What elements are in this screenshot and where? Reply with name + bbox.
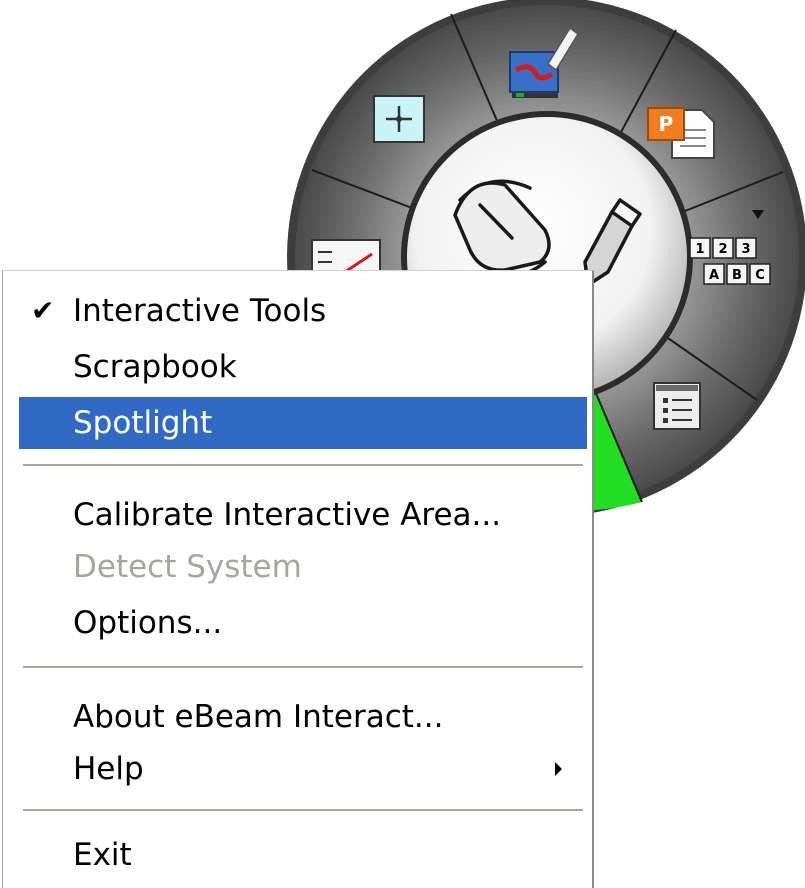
menu-item-label: Options... bbox=[73, 605, 223, 641]
menu-item-label: Interactive Tools bbox=[73, 293, 327, 329]
menu-item-label: Detect System bbox=[73, 549, 302, 585]
keypad-key-a: A bbox=[709, 268, 719, 283]
menu-item-label: Exit bbox=[73, 837, 132, 873]
menu-item-scrapbook[interactable]: Scrapbook bbox=[3, 341, 592, 393]
keypad-key-b: B bbox=[732, 268, 742, 283]
list-menu-icon[interactable] bbox=[653, 382, 701, 430]
menu-item-help[interactable]: Help bbox=[3, 743, 592, 795]
checkmark-icon: ✔ bbox=[31, 294, 55, 327]
menu-item-label: About eBeam Interact... bbox=[73, 699, 444, 735]
svg-text:P: P bbox=[659, 112, 674, 136]
keypad-key-2: 2 bbox=[718, 242, 727, 257]
menu-item-label: Help bbox=[73, 751, 144, 787]
menu-separator bbox=[23, 809, 583, 811]
menu-item-label: Calibrate Interactive Area... bbox=[73, 497, 502, 533]
menu-item-label: Spotlight bbox=[73, 405, 213, 441]
menu-item-spotlight[interactable]: Spotlight bbox=[19, 397, 587, 449]
move-icon[interactable] bbox=[373, 95, 425, 143]
context-menu: ✔ Interactive Tools Scrapbook Spotlight … bbox=[2, 270, 594, 888]
submenu-arrow-icon bbox=[555, 762, 562, 776]
menu-item-calibrate[interactable]: Calibrate Interactive Area... bbox=[3, 489, 592, 541]
menu-separator bbox=[23, 666, 583, 668]
keypad-key-c: C bbox=[755, 268, 765, 283]
menu-item-label: Scrapbook bbox=[73, 349, 237, 385]
menu-item-options[interactable]: Options... bbox=[3, 597, 592, 649]
menu-item-interactive-tools[interactable]: ✔ Interactive Tools bbox=[3, 285, 592, 337]
keypad-key-1: 1 bbox=[695, 242, 704, 257]
menu-item-exit[interactable]: Exit bbox=[3, 829, 592, 881]
menu-item-about[interactable]: About eBeam Interact... bbox=[3, 691, 592, 743]
menu-separator bbox=[23, 464, 583, 466]
keypad-key-3: 3 bbox=[741, 242, 750, 257]
menu-item-detect-system: Detect System bbox=[3, 541, 592, 593]
